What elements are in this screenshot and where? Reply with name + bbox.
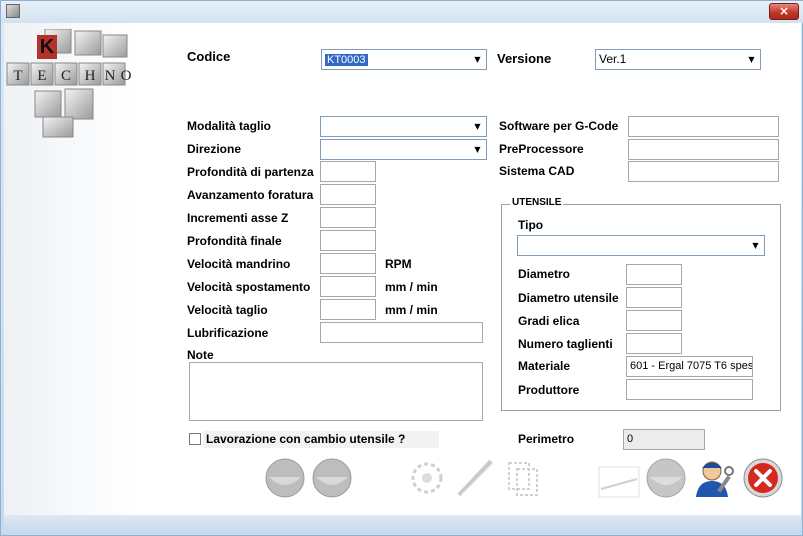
tipo-label: Tipo: [518, 218, 544, 232]
tipo-select[interactable]: ▼: [517, 235, 765, 256]
chevron-down-icon: ▼: [470, 118, 485, 135]
close-icon[interactable]: [741, 457, 785, 499]
rpm-unit: RPM: [385, 257, 412, 271]
versione-value: Ver.1: [599, 52, 627, 66]
previous-record-icon[interactable]: [310, 457, 354, 499]
svg-text:C: C: [61, 68, 71, 84]
edit-faded-icon[interactable]: [597, 457, 641, 499]
avanzamento-foratura-input[interactable]: [320, 184, 376, 205]
utensile-title: UTENSILE: [510, 197, 564, 208]
codice-label: Codice: [187, 49, 231, 64]
lubrificazione-input[interactable]: [320, 322, 483, 343]
software-gcode-label: Software per G-Code: [499, 119, 619, 133]
velocita-taglio-label: Velocità taglio: [187, 303, 268, 317]
materiale-input[interactable]: 601 - Ergal 7075 T6 spess: [626, 356, 753, 377]
software-gcode-input[interactable]: [628, 116, 779, 137]
codice-value: KT0003: [325, 54, 368, 66]
chevron-down-icon: ▼: [744, 51, 759, 68]
copy-faded-icon[interactable]: [501, 457, 545, 499]
preprocessore-label: PreProcessore: [499, 142, 584, 156]
chevron-down-icon: ▼: [470, 141, 485, 158]
cambio-utensile-checkbox[interactable]: [189, 433, 201, 445]
modalita-taglio-select[interactable]: ▼: [320, 116, 487, 137]
note-label: Note: [187, 348, 214, 362]
perimetro-label: Perimetro: [518, 432, 575, 446]
svg-text:E: E: [37, 68, 46, 84]
diametro-utensile-label: Diametro utensile: [518, 291, 619, 305]
profondita-partenza-input[interactable]: [320, 161, 376, 182]
save-faded-icon[interactable]: [644, 457, 688, 499]
produttore-label: Produttore: [518, 383, 580, 397]
perimetro-value: 0: [623, 429, 705, 450]
status-strip: [4, 515, 801, 534]
svg-text:O: O: [121, 68, 132, 84]
gradi-elica-label: Gradi elica: [518, 314, 580, 328]
velocita-mandrino-label: Velocità mandrino: [187, 257, 291, 271]
logo-letter: K: [40, 36, 55, 58]
operator-icon[interactable]: [692, 457, 736, 499]
velocita-spostamento-input[interactable]: [320, 276, 376, 297]
profondita-finale-label: Profondità finale: [187, 234, 282, 248]
sistema-cad-input[interactable]: [628, 161, 779, 182]
incrementi-asse-z-input[interactable]: [320, 207, 376, 228]
avanzamento-foratura-label: Avanzamento foratura: [187, 188, 314, 202]
preprocessore-input[interactable]: [628, 139, 779, 160]
cambio-utensile-label: Lavorazione con cambio utensile ?: [206, 432, 406, 446]
main-window: × K T E C H N O Codice KT0003 ▼ Versione…: [0, 0, 803, 536]
svg-text:T: T: [13, 68, 22, 84]
svg-text:N: N: [105, 68, 116, 84]
codice-select[interactable]: KT0003 ▼: [321, 49, 487, 70]
pen-faded-icon[interactable]: [453, 457, 497, 499]
title-bar: ×: [1, 1, 803, 23]
note-textarea[interactable]: [189, 362, 483, 421]
versione-label: Versione: [497, 51, 552, 66]
gradi-elica-input[interactable]: [626, 310, 682, 331]
versione-select[interactable]: Ver.1 ▼: [595, 49, 761, 70]
velocita-mandrino-input[interactable]: [320, 253, 376, 274]
velocita-spostamento-label: Velocità spostamento: [187, 280, 311, 294]
numero-taglienti-input[interactable]: [626, 333, 682, 354]
spostamento-unit: mm / min: [385, 280, 438, 294]
chevron-down-icon: ▼: [748, 237, 763, 254]
ktechno-logo: K T E C H N O: [6, 29, 132, 138]
taglio-unit: mm / min: [385, 303, 438, 317]
incrementi-asse-z-label: Incrementi asse Z: [187, 211, 289, 225]
direzione-select[interactable]: ▼: [320, 139, 487, 160]
profondita-partenza-label: Profondità di partenza: [187, 165, 314, 179]
diametro-utensile-input[interactable]: [626, 287, 682, 308]
diametro-input[interactable]: [626, 264, 682, 285]
modalita-taglio-label: Modalità taglio: [187, 119, 271, 133]
direzione-label: Direzione: [187, 142, 242, 156]
velocita-taglio-input[interactable]: [320, 299, 376, 320]
chevron-down-icon: ▼: [470, 51, 485, 68]
svg-text:H: H: [85, 68, 96, 84]
lubrificazione-label: Lubrificazione: [187, 326, 269, 340]
sistema-cad-label: Sistema CAD: [499, 164, 575, 178]
profondita-finale-input[interactable]: [320, 230, 376, 251]
diametro-label: Diametro: [518, 267, 571, 281]
numero-taglienti-label: Numero taglienti: [518, 337, 613, 351]
window-close-button[interactable]: ×: [769, 3, 799, 20]
settings-faded-icon[interactable]: [405, 457, 449, 499]
produttore-input[interactable]: [626, 379, 753, 400]
app-icon: [6, 4, 20, 18]
materiale-label: Materiale: [518, 359, 571, 373]
first-record-icon[interactable]: [263, 457, 307, 499]
